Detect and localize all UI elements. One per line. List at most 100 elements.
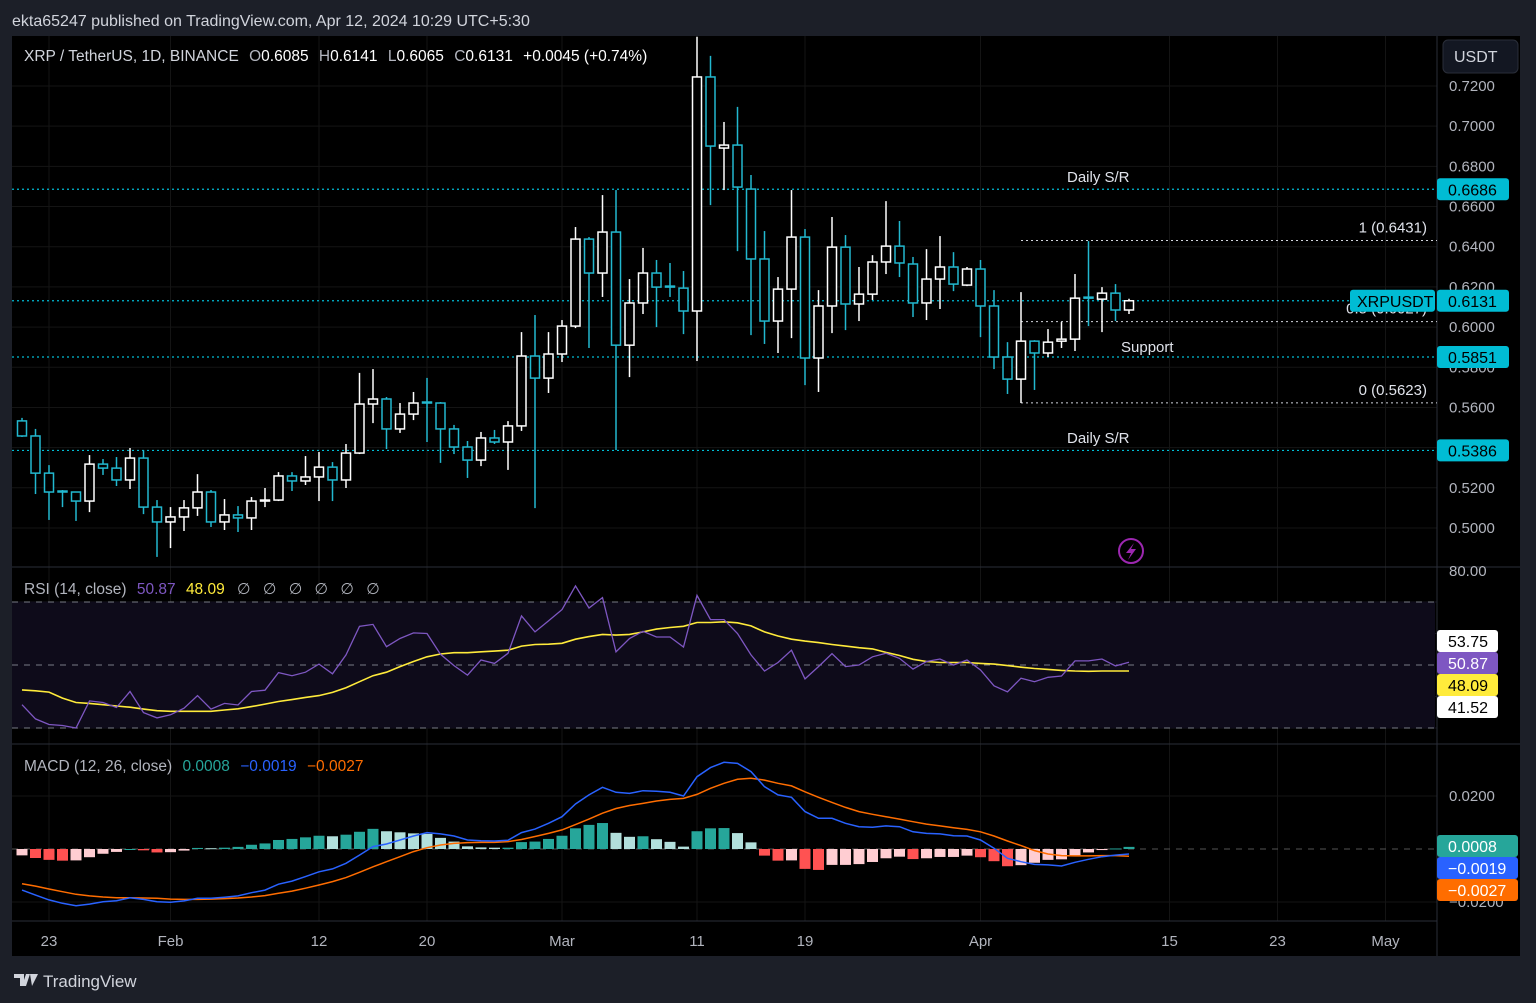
close-value: 0.6131 xyxy=(465,48,512,65)
candle-body xyxy=(16,420,28,437)
candle-body xyxy=(178,507,190,518)
candle-body xyxy=(259,499,271,502)
price-tick: 0.6400 xyxy=(1449,239,1495,256)
price-level-label: 0.5386 xyxy=(1437,439,1509,462)
price-tick: 0.5200 xyxy=(1449,480,1495,497)
histogram-bar xyxy=(1069,849,1081,856)
candle-body xyxy=(165,516,176,523)
candle-body xyxy=(30,435,41,474)
histogram-bar xyxy=(786,849,797,861)
candle-body xyxy=(502,425,514,443)
rsi-axis-label: 41.52 xyxy=(1437,696,1498,718)
time-tick: 23 xyxy=(1269,933,1286,950)
symbol-tag: XRPUSDT xyxy=(1350,289,1435,312)
chart-canvas[interactable]: Daily S/RSupportDaily S/R1 (0.6431)0.5 (… xyxy=(0,0,1536,1003)
fib-label: 0 (0.5623) xyxy=(1359,382,1427,399)
histogram-bar xyxy=(853,849,865,865)
candle-body xyxy=(192,491,203,509)
candle-body xyxy=(988,305,1000,358)
histogram-bar xyxy=(138,849,149,851)
macd-axis-label: −0.0027 xyxy=(1437,879,1518,901)
histogram-bar xyxy=(543,838,554,849)
currency-button[interactable]: USDT xyxy=(1442,39,1519,74)
candle-body xyxy=(624,302,635,346)
candle-body xyxy=(556,325,568,355)
time-tick: 15 xyxy=(1161,933,1178,950)
histogram-bar xyxy=(84,849,95,858)
rsi-axis-label-text: 48.09 xyxy=(1448,678,1488,695)
candle-body xyxy=(70,491,82,502)
candle-body xyxy=(529,355,541,379)
candle-body xyxy=(705,76,716,147)
candle-body xyxy=(435,402,446,430)
rsi-value: 50.87 xyxy=(137,581,176,598)
macd-legend: MACD (12, 26, close) 0.0008 −0.0019 −0.0… xyxy=(24,758,363,775)
histogram-bar xyxy=(259,843,271,849)
histogram-bar xyxy=(840,849,851,865)
svg-text:USDT: USDT xyxy=(1454,49,1498,66)
chart-background xyxy=(12,36,1520,956)
macd-axis-label: −0.0019 xyxy=(1437,857,1518,879)
candle-body xyxy=(43,472,55,493)
histogram-bar xyxy=(637,836,649,849)
histogram-bar xyxy=(556,835,568,849)
candle-body xyxy=(462,446,473,461)
histogram-bar xyxy=(570,828,581,849)
rsi-ma-value: 48.09 xyxy=(186,581,225,598)
low-value: 0.6065 xyxy=(396,48,443,65)
histogram-bar xyxy=(340,834,352,849)
price-tick: 0.7000 xyxy=(1449,118,1495,135)
candle-body xyxy=(1123,300,1135,311)
histogram-bar xyxy=(489,847,500,849)
histogram-bar xyxy=(921,849,932,859)
candle-body xyxy=(651,272,662,288)
candle-body xyxy=(421,401,433,404)
symbol-tag-text: XRPUSDT xyxy=(1357,294,1434,311)
candle-body xyxy=(340,452,352,481)
candle-body xyxy=(97,463,109,469)
tradingview-logo[interactable]: TradingView xyxy=(14,972,137,991)
signal-value: −0.0027 xyxy=(307,758,363,775)
candle-body xyxy=(894,245,905,264)
histogram-bar xyxy=(624,836,635,849)
histogram-value: 0.0008 xyxy=(182,758,229,775)
candle-body xyxy=(300,476,311,482)
price-tick: 0.6000 xyxy=(1449,319,1495,336)
candle-body xyxy=(1029,340,1040,354)
published-caption: ekta65247 published on TradingView.com, … xyxy=(12,13,530,30)
price-tick: 0.5000 xyxy=(1449,520,1495,537)
candle-body xyxy=(745,188,757,260)
histogram-bar xyxy=(745,842,757,849)
histogram-bar xyxy=(313,835,325,849)
price-level-label-text: 0.6131 xyxy=(1448,294,1497,311)
open-value: 0.6085 xyxy=(261,48,308,65)
histogram-bar xyxy=(475,847,487,849)
tradingview-logo-icon xyxy=(14,974,38,986)
histogram-bar xyxy=(1096,849,1108,851)
candle-body xyxy=(678,287,689,312)
candle-body xyxy=(880,245,892,263)
candle-body xyxy=(975,268,986,307)
histogram-bar xyxy=(97,849,109,854)
histogram-bar xyxy=(70,849,82,861)
histogram-bar xyxy=(1083,849,1094,853)
candle-body xyxy=(111,467,122,481)
macd-tick: 0.0200 xyxy=(1449,788,1495,805)
candle xyxy=(867,255,878,300)
candle-body xyxy=(408,402,419,415)
candle-body xyxy=(759,258,770,322)
time-tick: 23 xyxy=(41,933,58,950)
candle-body xyxy=(853,293,865,305)
histogram-bar xyxy=(880,849,892,859)
histogram-bar xyxy=(961,849,973,856)
candle-body xyxy=(124,457,136,481)
candle-body xyxy=(273,475,284,501)
candle-body xyxy=(597,231,608,274)
time-tick: 12 xyxy=(311,933,328,950)
high-value: 0.6141 xyxy=(330,48,377,65)
time-tick: 20 xyxy=(419,933,436,950)
candle-body xyxy=(489,437,500,443)
histogram-bar xyxy=(124,849,136,850)
histogram-bar xyxy=(57,849,68,861)
histogram-bar xyxy=(678,846,689,849)
